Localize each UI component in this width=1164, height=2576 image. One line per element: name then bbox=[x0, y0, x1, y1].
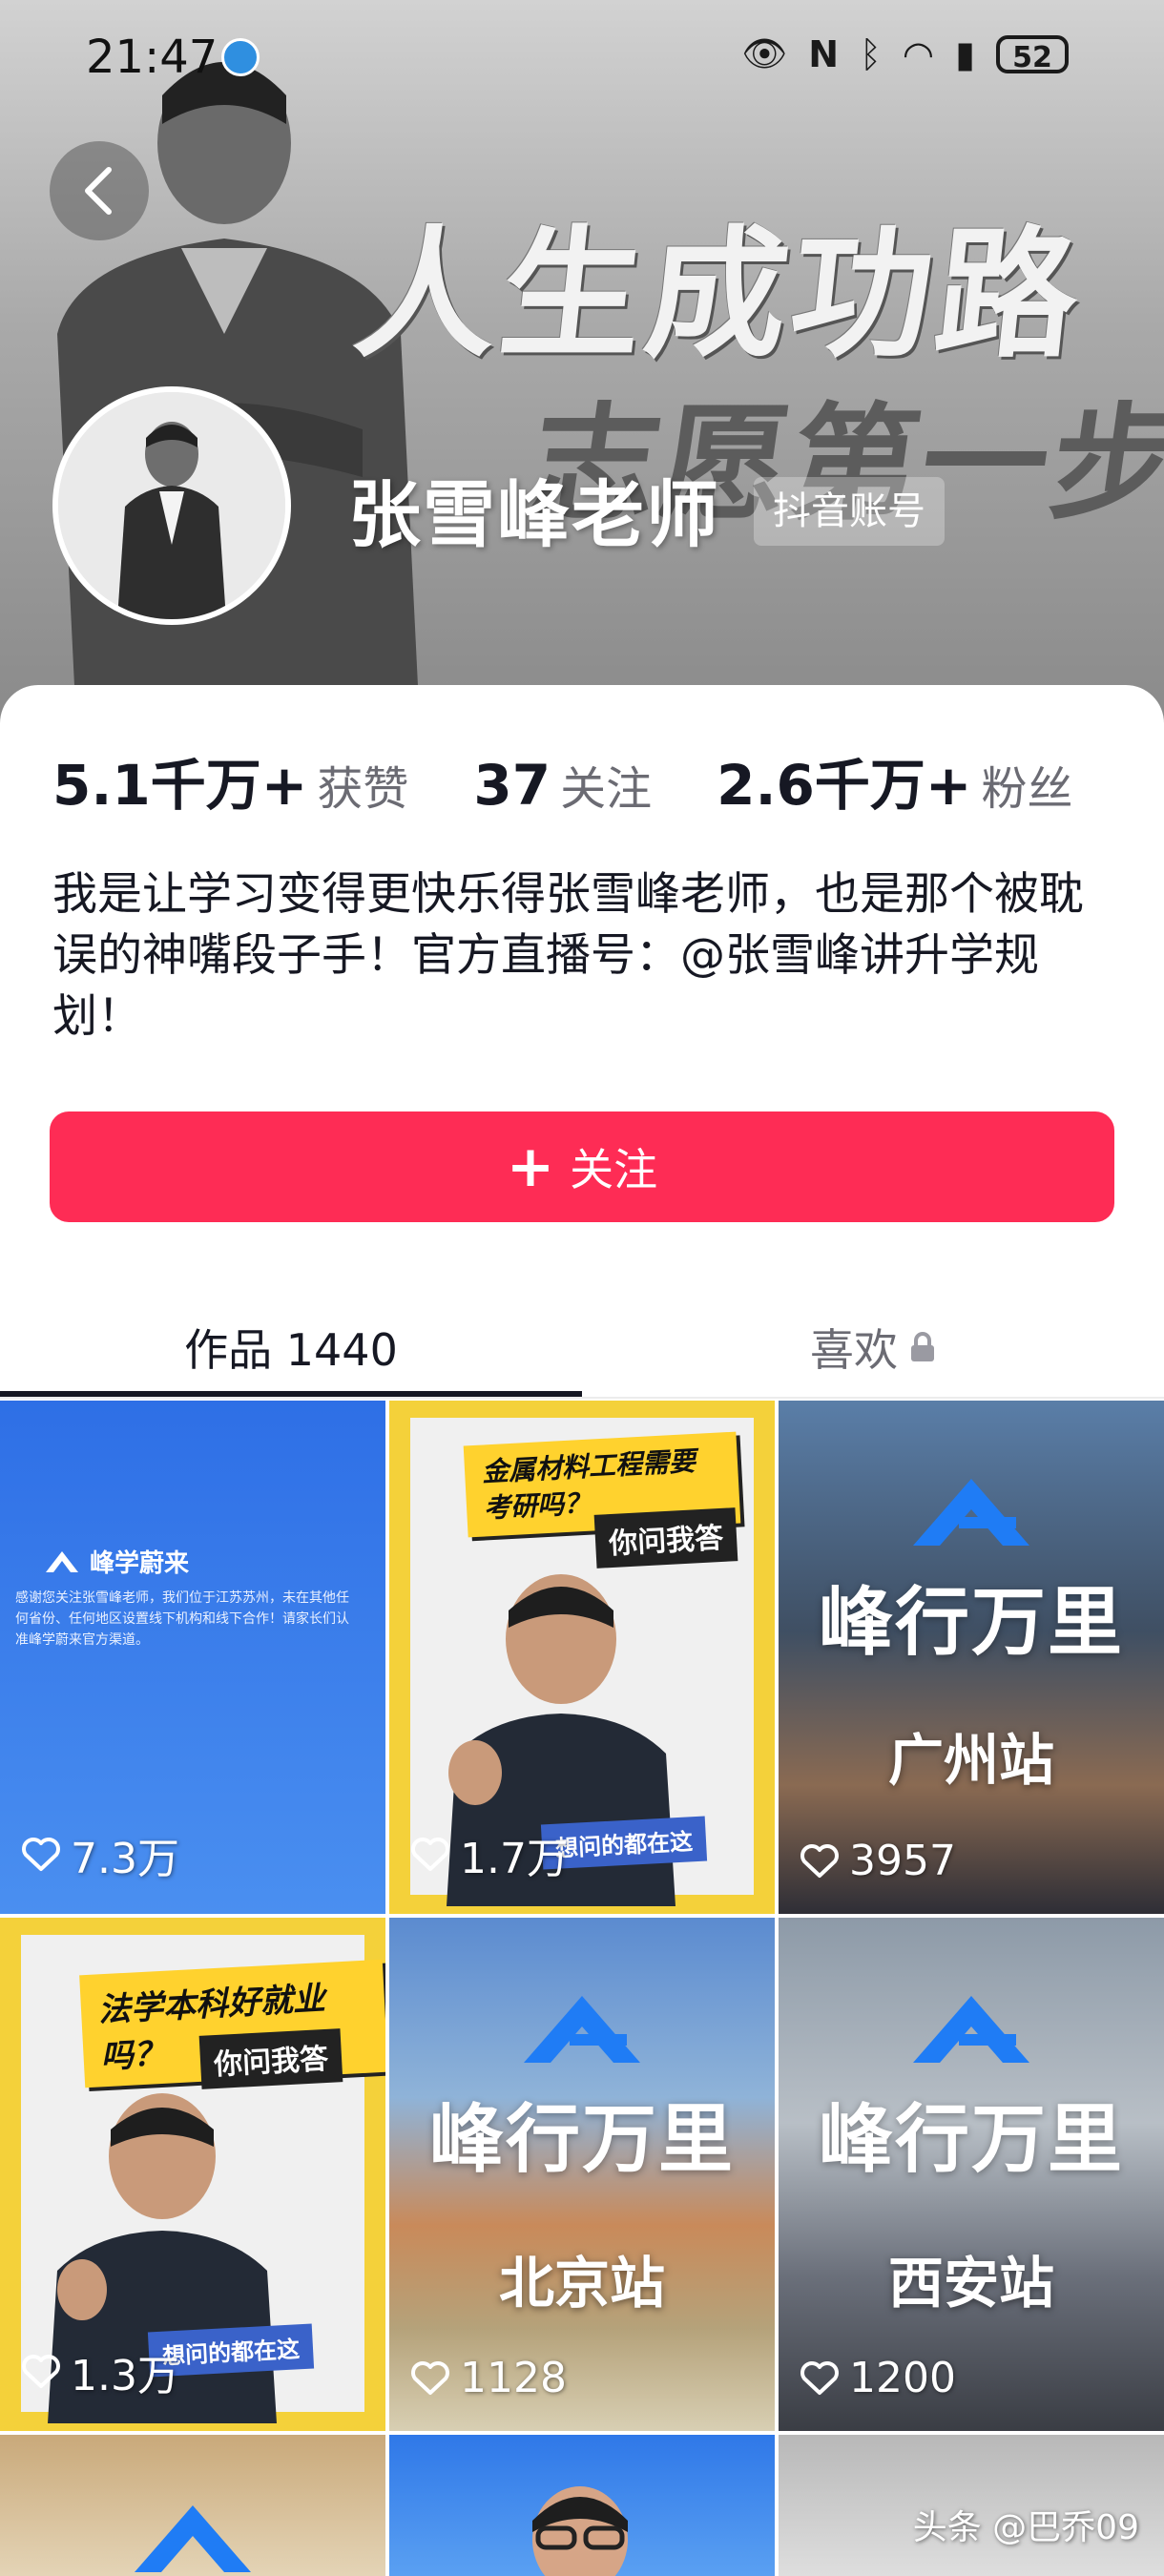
avatar[interactable] bbox=[52, 386, 291, 625]
heart-icon bbox=[800, 1843, 839, 1878]
avatar-photo bbox=[58, 392, 285, 619]
notification-app-icon bbox=[221, 38, 260, 76]
like-count: 7.3万 bbox=[21, 1824, 179, 1885]
like-count-text: 1.3万 bbox=[71, 2352, 179, 2400]
brand-name: 峰学蔚来 bbox=[90, 1549, 190, 1578]
like-count: 1128 bbox=[410, 2354, 567, 2402]
like-count-text: 3957 bbox=[849, 1837, 956, 1885]
brand-name: 峰行万里 bbox=[428, 2097, 735, 2183]
heart-icon bbox=[411, 1838, 449, 1871]
battery-icon: 52 bbox=[996, 34, 1069, 74]
brand-logo-icon bbox=[913, 1996, 1029, 2063]
tab-likes-label: 喜欢 bbox=[810, 1324, 898, 1376]
brand-name: 峰行万里 bbox=[818, 2097, 1124, 2183]
profile-name: 张雪峰老师 bbox=[348, 472, 720, 557]
video-tile[interactable]: 峰行万里 西安站 1200 bbox=[779, 1918, 1164, 2431]
lock-icon bbox=[911, 1332, 934, 1361]
brand-logo-icon bbox=[135, 2505, 251, 2572]
brand-logo-icon bbox=[913, 1479, 1029, 1546]
stat-following[interactable]: 37 关注 bbox=[473, 751, 652, 818]
video-tile[interactable] bbox=[389, 2435, 775, 2576]
like-count: 1.7万 bbox=[410, 1824, 569, 1885]
stat-likes[interactable]: 5.1千万+ 获赞 bbox=[52, 740, 408, 821]
status-bar: 21:47 👁 N ᛒ ◠ ▮ 52 bbox=[0, 0, 1164, 114]
stat-value: 2.6千万+ bbox=[717, 753, 972, 818]
chevron-left-icon bbox=[85, 167, 112, 215]
profile-banner: 人生成功路 志愿第一步 21:47 👁 N ᛒ ◠ ▮ 52 张雪峰老师 抖音账… bbox=[0, 0, 1164, 725]
like-count-text: 1.7万 bbox=[460, 1835, 569, 1883]
profile-bio: 我是让学习变得更快乐得张雪峰老师，也是那个被耽误的神嘴段子手！官方直播号：@张雪… bbox=[52, 868, 1084, 1043]
brand-name: 峰行万里 bbox=[818, 1580, 1124, 1666]
banner-title-line1: 人生成功路 bbox=[347, 213, 1091, 377]
video-tile[interactable]: 金属材料工程需要考研吗？ 你问我答 想问的都在这 1.7万 bbox=[389, 1401, 775, 1914]
like-count-text: 7.3万 bbox=[71, 1835, 179, 1883]
video-tile[interactable]: 峰行万里 广州站 3957 bbox=[779, 1401, 1164, 1914]
like-count: 1.3万 bbox=[21, 2341, 179, 2402]
profile-stats: 5.1千万+ 获赞 37 关注 2.6千万+ 粉丝 bbox=[52, 740, 1072, 821]
brand-logo-icon bbox=[524, 1996, 640, 2063]
tab-works-label: 作品 1440 bbox=[184, 1324, 398, 1376]
plus-icon: + bbox=[506, 1133, 555, 1200]
stat-label: 关注 bbox=[560, 762, 653, 816]
station-name: 北京站 bbox=[498, 2251, 665, 2316]
like-count: 3957 bbox=[800, 1837, 956, 1885]
presenter-figure bbox=[532, 2486, 628, 2576]
video-tile[interactable] bbox=[0, 2435, 385, 2576]
stat-value: 37 bbox=[473, 753, 551, 818]
stat-label: 获赞 bbox=[317, 762, 409, 816]
nfc-icon: N bbox=[808, 32, 840, 75]
notice-text: 感谢您关注张雪峰老师，我们位于江苏苏州，未在其他任何省份、任何地区设置线下机构和… bbox=[15, 1590, 349, 1648]
stat-label: 粉丝 bbox=[981, 762, 1073, 816]
heart-icon bbox=[22, 1838, 60, 1871]
video-grid: 峰学蔚来 感谢您关注张雪峰老师，我们位于江苏苏州，未在其他任何省份、任何地区设置… bbox=[0, 1401, 1164, 2576]
like-count: 1200 bbox=[800, 2354, 956, 2402]
account-type-tag[interactable]: 抖音账号 bbox=[754, 477, 945, 546]
heart-icon bbox=[22, 2355, 60, 2388]
video-tile[interactable]: 峰学蔚来 感谢您关注张雪峰老师，我们位于江苏苏州，未在其他任何省份、任何地区设置… bbox=[0, 1401, 385, 1914]
brand-label: 峰学蔚来 bbox=[44, 1544, 189, 1579]
bluetooth-icon: ᛒ bbox=[860, 32, 882, 75]
video-tile[interactable]: 法学本科好就业吗？ 你问我答 想问的都在这 1.3万 bbox=[0, 1918, 385, 2431]
wifi-icon: ◠ bbox=[902, 32, 935, 75]
station-name: 西安站 bbox=[887, 2251, 1054, 2316]
like-count-text: 1200 bbox=[849, 2354, 956, 2402]
like-count-text: 1128 bbox=[460, 2354, 567, 2402]
follow-button[interactable]: + 关注 bbox=[50, 1111, 1114, 1222]
stat-value: 5.1千万+ bbox=[52, 753, 308, 818]
video-tile[interactable]: 峰行万里 北京站 1128 bbox=[389, 1918, 775, 2431]
watermark: 头条 @巴乔09 bbox=[912, 2508, 1139, 2547]
stat-followers[interactable]: 2.6千万+ 粉丝 bbox=[717, 740, 1072, 821]
station-name: 广州站 bbox=[887, 1728, 1054, 1793]
tab-divider bbox=[0, 1397, 1164, 1399]
brand-logo-icon bbox=[46, 1550, 78, 1572]
eye-icon: 👁 bbox=[741, 32, 788, 74]
back-button[interactable] bbox=[50, 141, 149, 240]
heart-icon bbox=[800, 2360, 839, 2395]
tab-works[interactable]: 作品 1440 bbox=[0, 1294, 582, 1401]
status-time: 21:47 bbox=[86, 31, 218, 84]
content-tabs: 作品 1440 喜欢 bbox=[0, 1294, 1164, 1401]
status-icons: 👁 N ᛒ ◠ ▮ 52 bbox=[741, 32, 1069, 75]
tab-likes[interactable]: 喜欢 bbox=[582, 1294, 1164, 1401]
follow-label: 关注 bbox=[570, 1144, 658, 1195]
heart-icon bbox=[411, 2360, 449, 2395]
video-tile[interactable]: 头条 @巴乔09 bbox=[779, 2435, 1164, 2576]
vibrate-icon: ▮ bbox=[955, 32, 975, 75]
